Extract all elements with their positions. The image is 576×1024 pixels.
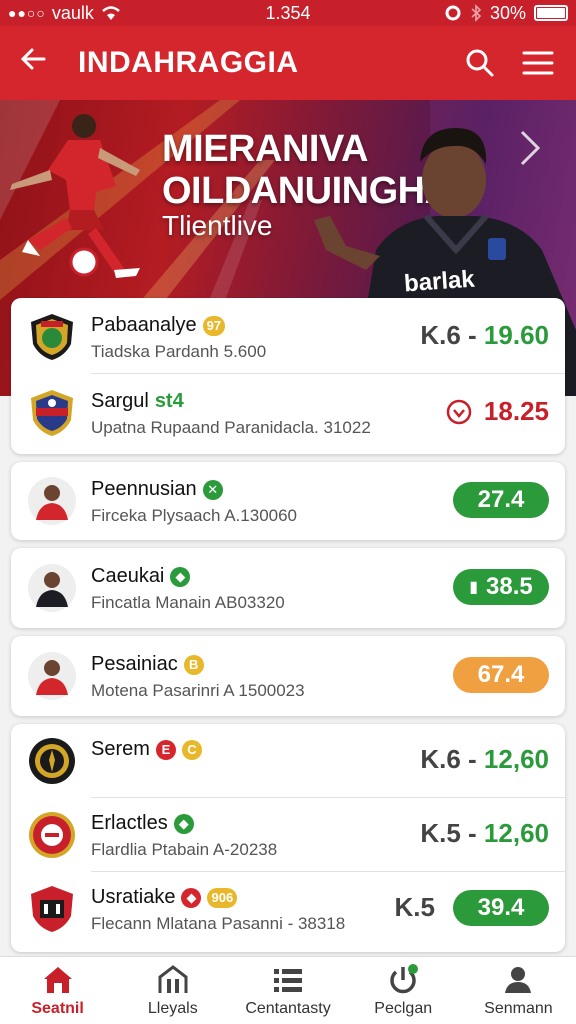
nav-item-profile[interactable]: Senmann bbox=[461, 957, 576, 1024]
verified-icon: ✕ bbox=[202, 479, 223, 500]
card-icon: ◆ bbox=[181, 887, 202, 908]
match-details: Firceka Plysaach A.130060 bbox=[91, 506, 298, 525]
team-name: Erlactles ◆ bbox=[91, 812, 194, 835]
verified-icon: ◆ bbox=[173, 813, 194, 834]
signal-strength-icon: ●●○○ bbox=[8, 5, 46, 21]
user-icon bbox=[505, 967, 532, 993]
coin-icon: B bbox=[183, 654, 204, 675]
odds-pill[interactable]: ▮ 38.5 bbox=[453, 569, 549, 605]
odds-value[interactable]: K.5 - 12,60 bbox=[420, 818, 549, 849]
team-name: Pabaanalye 97 bbox=[91, 314, 226, 337]
match-details: Motena Pasarinri A 1500023 bbox=[91, 681, 305, 700]
match-card[interactable]: Serem E C K.6 - 12,60 Erlactles ◆ Flardl… bbox=[11, 724, 565, 952]
match-card[interactable]: Peennusian ✕ Firceka Plysaach A.130060 2… bbox=[11, 462, 565, 540]
match-card[interactable]: Caeukai ◆ Fincatla Manain AB03320 ▮ 38.5 bbox=[11, 548, 565, 628]
player-avatar bbox=[28, 477, 76, 525]
list-item[interactable]: Peennusian ✕ Firceka Plysaach A.130060 2… bbox=[11, 464, 565, 538]
list-icon bbox=[274, 969, 302, 992]
nav-item-list[interactable]: Centantasty bbox=[230, 957, 345, 1024]
odds-pill[interactable]: 39.4 bbox=[453, 890, 549, 926]
match-details: Flecann Mlatana Pasanni - 38318 bbox=[91, 914, 346, 933]
rank-badge: 906 bbox=[207, 887, 238, 908]
back-button[interactable] bbox=[18, 44, 58, 82]
player-avatar bbox=[28, 652, 76, 700]
team-crest-icon bbox=[31, 886, 73, 932]
odds-value[interactable]: K.5 bbox=[395, 892, 435, 923]
building-icon bbox=[158, 965, 188, 993]
list-item[interactable]: Usratiake ◆ 906 Flecann Mlatana Pasanni … bbox=[11, 872, 565, 946]
team-crest-icon bbox=[31, 390, 73, 436]
menu-button[interactable] bbox=[518, 43, 558, 83]
nav-item-power[interactable]: Peclgan bbox=[346, 957, 461, 1024]
team-crest-icon bbox=[29, 812, 75, 858]
player-name: Caeukai ◆ bbox=[91, 565, 191, 588]
match-card[interactable]: Pesainiac B Motena Pasarinri A 1500023 6… bbox=[11, 636, 565, 716]
match-details: Flardlia Ptabain A-20238 bbox=[91, 840, 278, 859]
list-item[interactable]: Caeukai ◆ Fincatla Manain AB03320 ▮ 38.5 bbox=[11, 551, 565, 625]
list-item[interactable]: Pabaanalye 97 Tiadska Pardanh 5.600 K.6 … bbox=[11, 300, 565, 374]
team-name: Sargul st4 bbox=[91, 390, 184, 412]
list-item[interactable]: Serem E C K.6 - 12,60 bbox=[11, 724, 565, 798]
power-icon bbox=[390, 964, 419, 994]
odds-pill[interactable]: 27.4 bbox=[453, 482, 549, 518]
list-item[interactable]: Sargul st4 Upatna Rupaand Paranidacla. 3… bbox=[11, 376, 565, 450]
nav-item-leagues[interactable]: Lleyals bbox=[115, 957, 230, 1024]
ticket-icon: ▮ bbox=[469, 579, 479, 596]
list-item[interactable]: Erlactles ◆ Flardlia Ptabain A-20238 K.5… bbox=[11, 798, 565, 872]
odds-pill[interactable]: 67.4 bbox=[453, 657, 549, 693]
odds-value[interactable]: K.6 - 19.60 bbox=[420, 320, 549, 351]
player-name: Peennusian ✕ bbox=[91, 478, 223, 501]
team-tag: st4 bbox=[154, 390, 184, 412]
search-icon bbox=[466, 49, 494, 77]
carrier-name: vaulk bbox=[51, 2, 94, 23]
app-header: INDAHRAGGIA bbox=[0, 26, 576, 100]
status-bar: ●●○○ vaulk 1.354 30% bbox=[0, 0, 576, 26]
search-button[interactable] bbox=[460, 43, 500, 83]
home-icon bbox=[43, 967, 72, 993]
team-crest-icon bbox=[31, 314, 73, 360]
bottom-navigation: Seatnil Lleyals Centantasty Peclgan Senm… bbox=[0, 956, 576, 1024]
match-details: Fincatla Manain AB03320 bbox=[91, 593, 285, 612]
match-details: Tiadska Pardanh 5.600 bbox=[91, 342, 267, 361]
wifi-icon bbox=[102, 6, 120, 20]
sync-icon bbox=[445, 5, 461, 21]
odds-value[interactable]: K.6 - 12,60 bbox=[420, 744, 549, 775]
player-name: Pesainiac B bbox=[91, 653, 204, 676]
odds-value[interactable]: 18.25 bbox=[446, 396, 549, 427]
team-name: Serem E C bbox=[91, 738, 202, 761]
rank-badge: 97 bbox=[202, 315, 226, 336]
card-icon: E bbox=[155, 739, 176, 760]
card-icon: C bbox=[181, 739, 202, 760]
team-crest-icon bbox=[29, 738, 75, 784]
verified-icon: ◆ bbox=[170, 566, 191, 587]
nav-item-home[interactable]: Seatnil bbox=[0, 957, 115, 1024]
list-item[interactable]: Pesainiac B Motena Pasarinri A 1500023 6… bbox=[11, 639, 565, 713]
bluetooth-icon bbox=[471, 4, 482, 22]
banner-subtitle: Tlientlive bbox=[162, 210, 273, 241]
row-divider bbox=[91, 373, 565, 374]
heart-icon[interactable] bbox=[446, 399, 472, 425]
jersey-sponsor-text: barlak bbox=[403, 265, 476, 298]
player-avatar bbox=[28, 564, 76, 612]
battery-icon bbox=[534, 5, 568, 21]
team-name: Usratiake ◆ 906 bbox=[91, 886, 238, 909]
page-title: INDAHRAGGIA bbox=[78, 46, 299, 79]
hamburger-menu-icon bbox=[522, 51, 554, 75]
match-details: Upatna Rupaand Paranidacla. 31022 bbox=[91, 418, 371, 437]
match-card[interactable]: Pabaanalye 97 Tiadska Pardanh 5.600 K.6 … bbox=[11, 298, 565, 454]
arrow-left-icon bbox=[20, 48, 46, 70]
battery-percent: 30% bbox=[489, 2, 526, 23]
